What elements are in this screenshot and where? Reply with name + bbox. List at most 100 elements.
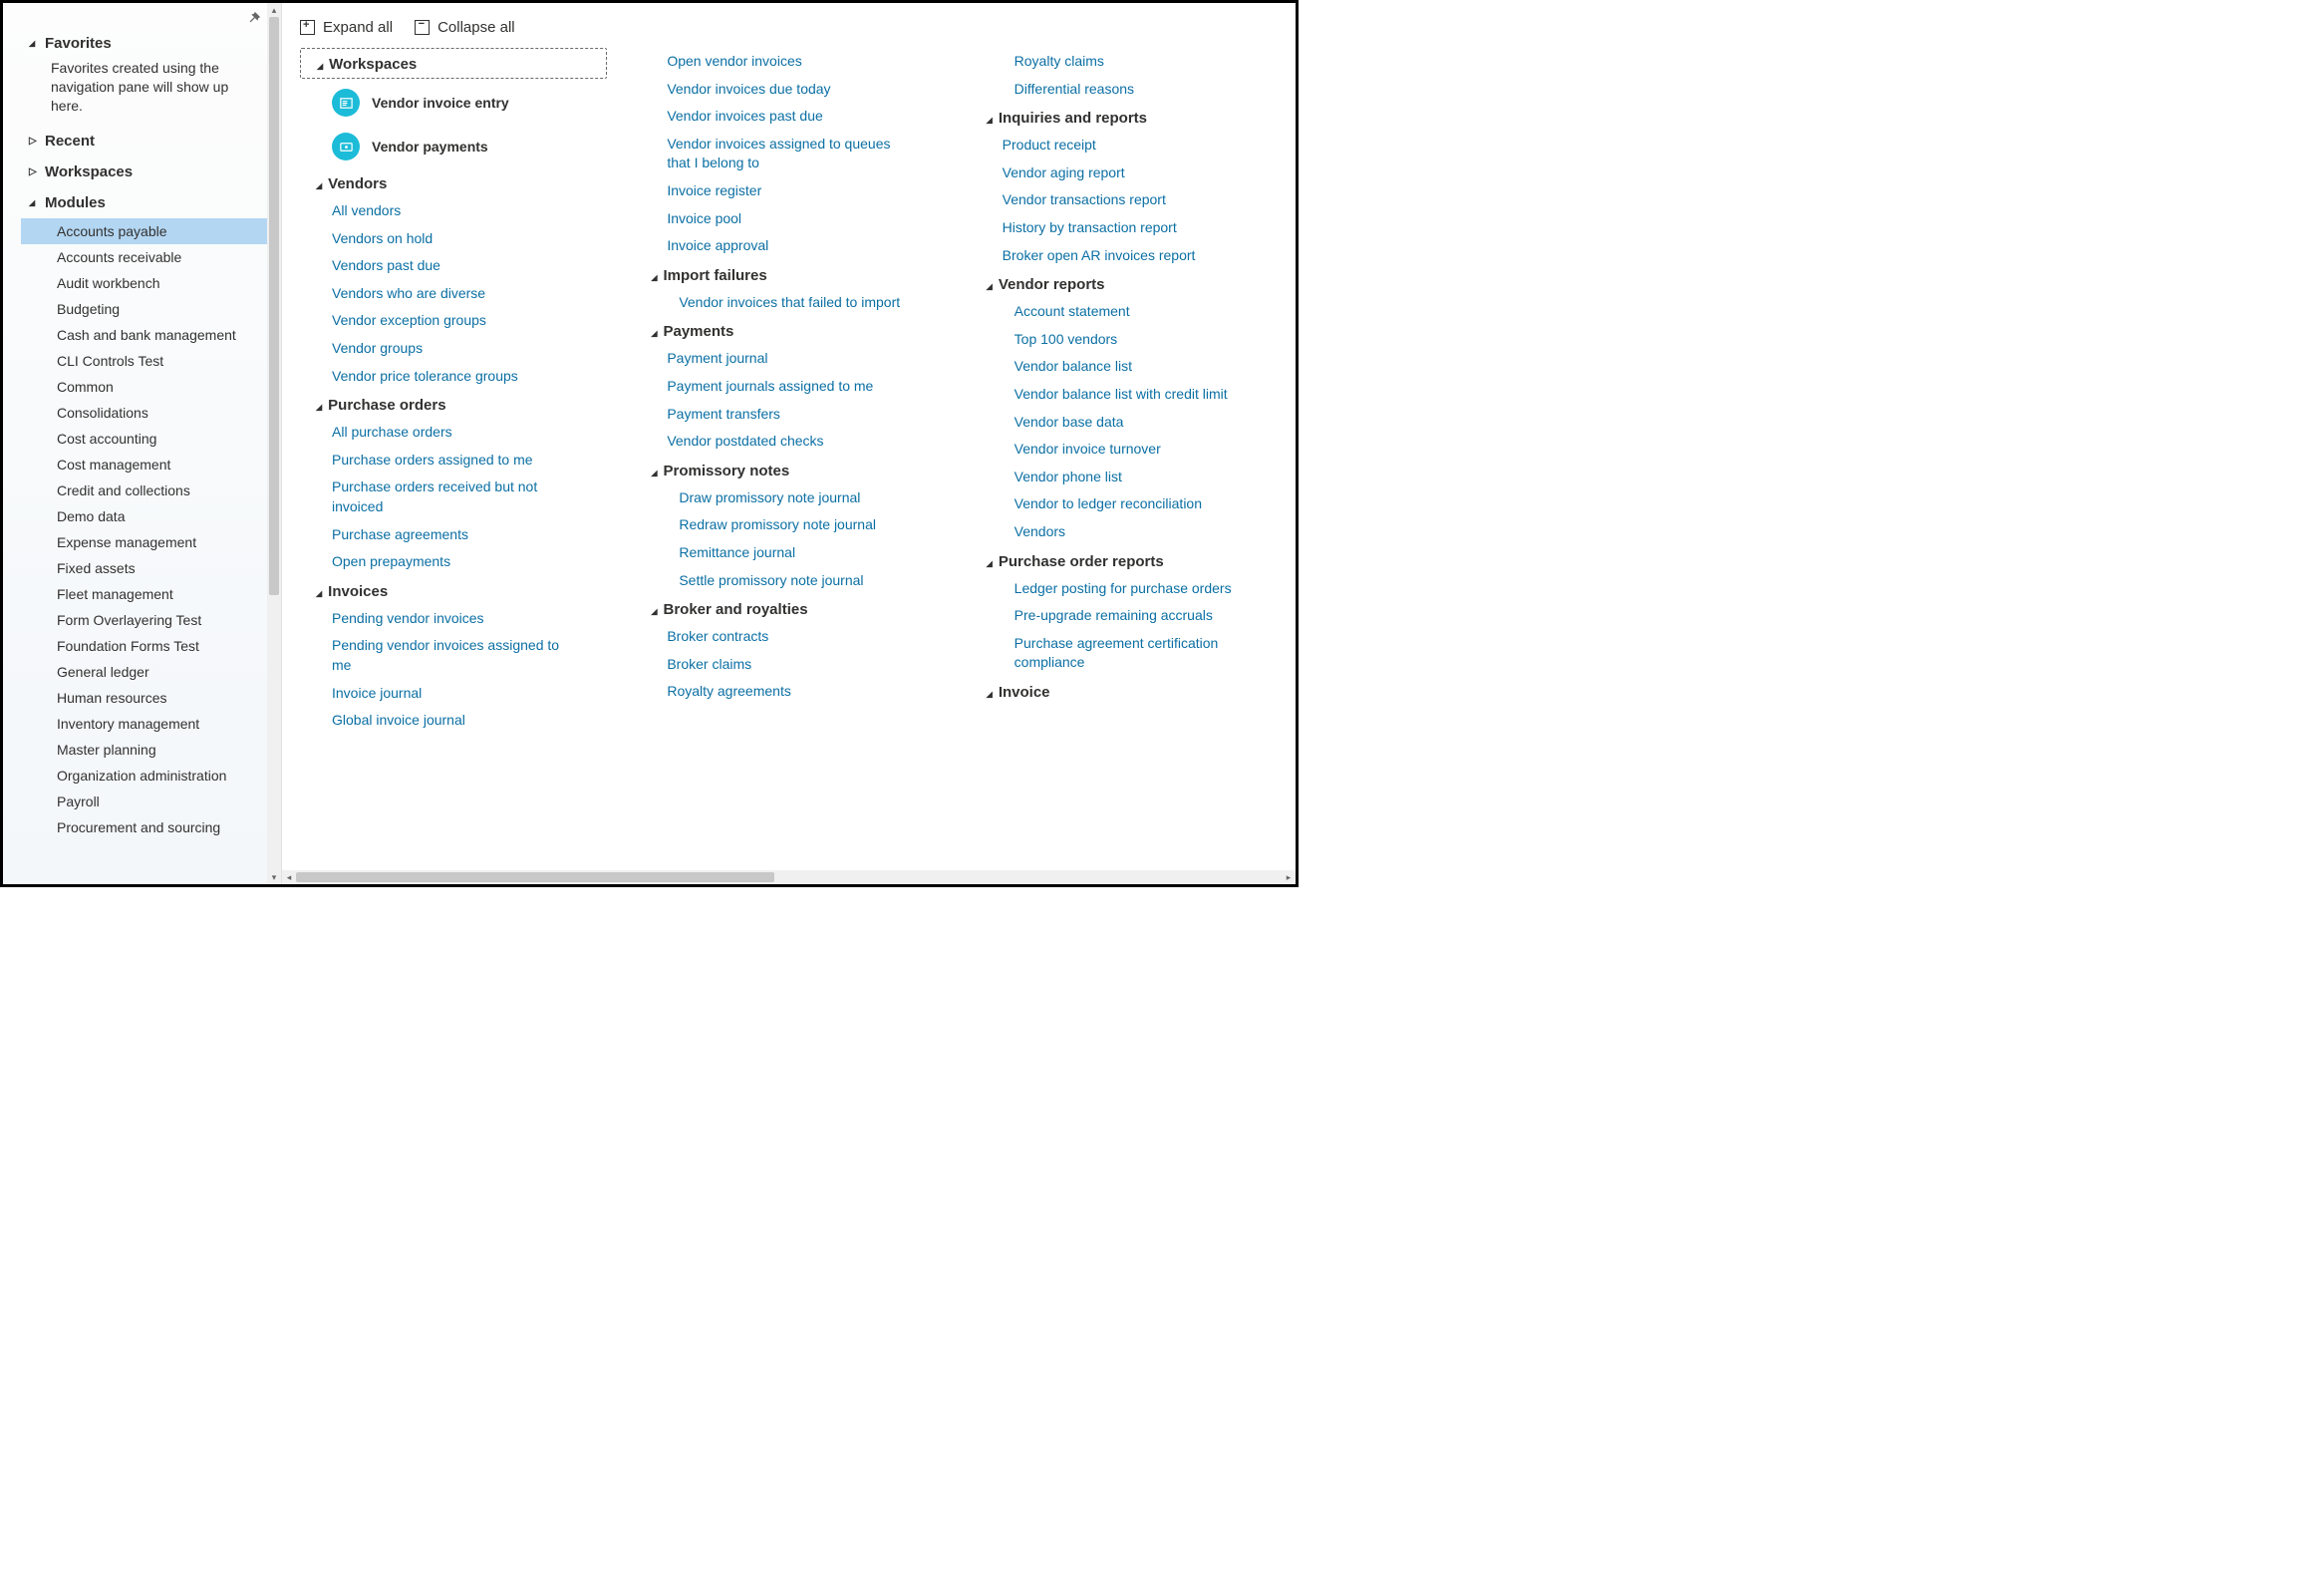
link-po-assigned-to-me[interactable]: Purchase orders assigned to me: [300, 447, 607, 475]
scroll-up-icon[interactable]: ▴: [267, 3, 281, 17]
link-vendor-balance-list[interactable]: Vendor balance list: [971, 353, 1278, 381]
link-payment-journal[interactable]: Payment journal: [635, 345, 942, 373]
link-vendor-base-data[interactable]: Vendor base data: [971, 409, 1278, 437]
group-import-failures[interactable]: Import failures: [635, 260, 942, 289]
link-account-statement[interactable]: Account statement: [971, 298, 1278, 326]
link-purchase-agreements[interactable]: Purchase agreements: [300, 521, 607, 549]
link-payment-transfers[interactable]: Payment transfers: [635, 401, 942, 429]
nav-recent[interactable]: Recent: [11, 126, 267, 157]
module-item[interactable]: Human resources: [21, 685, 267, 711]
link-vendor-invoice-turnover[interactable]: Vendor invoice turnover: [971, 436, 1278, 464]
link-vendor-balance-credit[interactable]: Vendor balance list with credit limit: [971, 381, 1278, 409]
module-item[interactable]: Master planning: [21, 737, 267, 763]
scrollbar-thumb[interactable]: [269, 17, 279, 595]
link-product-receipt[interactable]: Product receipt: [971, 132, 1278, 159]
module-item[interactable]: Organization administration: [21, 763, 267, 789]
module-item[interactable]: Payroll: [21, 789, 267, 814]
link-all-purchase-orders[interactable]: All purchase orders: [300, 419, 607, 447]
link-remittance-journal[interactable]: Remittance journal: [635, 539, 942, 567]
link-invoice-approval[interactable]: Invoice approval: [635, 232, 942, 260]
module-item[interactable]: Form Overlayering Test: [21, 607, 267, 633]
module-item[interactable]: Consolidations: [21, 400, 267, 426]
link-broker-open-ar[interactable]: Broker open AR invoices report: [971, 242, 1278, 270]
link-invoice-pool[interactable]: Invoice pool: [635, 205, 942, 233]
link-settle-promissory[interactable]: Settle promissory note journal: [635, 567, 942, 595]
link-draw-promissory[interactable]: Draw promissory note journal: [635, 484, 942, 512]
group-invoice-reports[interactable]: Invoice: [971, 677, 1278, 706]
workspace-vendor-payments[interactable]: Vendor payments: [300, 125, 607, 168]
link-preupgrade-accruals[interactable]: Pre-upgrade remaining accruals: [971, 602, 1278, 630]
link-vendors-on-hold[interactable]: Vendors on hold: [300, 225, 607, 253]
link-global-invoice-journal[interactable]: Global invoice journal: [300, 707, 607, 735]
horizontal-scrollbar[interactable]: ◂ ▸: [282, 870, 1296, 884]
sidebar-scrollbar[interactable]: ▴ ▾: [267, 3, 281, 884]
module-item[interactable]: Expense management: [21, 529, 267, 555]
module-item[interactable]: Fixed assets: [21, 555, 267, 581]
link-payment-journals-me[interactable]: Payment journals assigned to me: [635, 373, 942, 401]
scroll-right-icon[interactable]: ▸: [1282, 870, 1296, 884]
link-ledger-posting-po[interactable]: Ledger posting for purchase orders: [971, 575, 1278, 603]
link-vendor-invoices-queues[interactable]: Vendor invoices assigned to queues that …: [635, 131, 904, 177]
group-workspaces[interactable]: Workspaces: [300, 48, 607, 79]
link-differential-reasons[interactable]: Differential reasons: [971, 76, 1278, 104]
group-purchase-orders[interactable]: Purchase orders: [300, 390, 607, 419]
group-broker-royalties[interactable]: Broker and royalties: [635, 594, 942, 623]
module-item[interactable]: Fleet management: [21, 581, 267, 607]
group-vendor-reports[interactable]: Vendor reports: [971, 269, 1278, 298]
link-history-by-transaction[interactable]: History by transaction report: [971, 214, 1278, 242]
link-vendor-groups[interactable]: Vendor groups: [300, 335, 607, 363]
group-po-reports[interactable]: Purchase order reports: [971, 546, 1278, 575]
link-vendor-invoices-past-due[interactable]: Vendor invoices past due: [635, 103, 942, 131]
workspace-vendor-invoice-entry[interactable]: Vendor invoice entry: [300, 81, 607, 125]
scrollbar-thumb[interactable]: [296, 872, 774, 882]
group-payments[interactable]: Payments: [635, 316, 942, 345]
link-pending-vendor-invoices[interactable]: Pending vendor invoices: [300, 605, 607, 633]
link-redraw-promissory[interactable]: Redraw promissory note journal: [635, 511, 942, 539]
pin-icon[interactable]: [247, 11, 261, 28]
module-item[interactable]: Accounts payable: [21, 218, 267, 244]
module-item[interactable]: Inventory management: [21, 711, 267, 737]
link-top-100-vendors[interactable]: Top 100 vendors: [971, 326, 1278, 354]
link-po-received-not-invoiced[interactable]: Purchase orders received but not invoice…: [300, 474, 569, 520]
link-broker-claims[interactable]: Broker claims: [635, 651, 942, 679]
module-item[interactable]: Audit workbench: [21, 270, 267, 296]
group-inquiries-reports[interactable]: Inquiries and reports: [971, 103, 1278, 132]
module-item[interactable]: Cash and bank management: [21, 322, 267, 348]
link-vendor-ledger-recon[interactable]: Vendor to ledger reconciliation: [971, 490, 1278, 518]
link-open-prepayments[interactable]: Open prepayments: [300, 548, 607, 576]
scroll-left-icon[interactable]: ◂: [282, 870, 296, 884]
module-item[interactable]: Cost accounting: [21, 426, 267, 452]
link-vendor-phone-list[interactable]: Vendor phone list: [971, 464, 1278, 491]
module-item[interactable]: Procurement and sourcing: [21, 814, 267, 840]
group-promissory-notes[interactable]: Promissory notes: [635, 456, 942, 484]
link-invoices-failed-import[interactable]: Vendor invoices that failed to import: [635, 289, 942, 317]
link-vendor-aging[interactable]: Vendor aging report: [971, 159, 1278, 187]
expand-all-button[interactable]: Expand all: [300, 19, 393, 36]
module-item[interactable]: Common: [21, 374, 267, 400]
link-royalty-claims[interactable]: Royalty claims: [971, 48, 1278, 76]
link-vendors-report[interactable]: Vendors: [971, 518, 1278, 546]
link-pending-vendor-invoices-me[interactable]: Pending vendor invoices assigned to me: [300, 632, 569, 679]
link-invoice-register[interactable]: Invoice register: [635, 177, 942, 205]
collapse-all-button[interactable]: Collapse all: [415, 19, 515, 36]
link-invoice-journal[interactable]: Invoice journal: [300, 680, 607, 708]
link-open-vendor-invoices[interactable]: Open vendor invoices: [635, 48, 942, 76]
link-pa-cert-compliance[interactable]: Purchase agreement certification complia…: [971, 630, 1240, 677]
link-all-vendors[interactable]: All vendors: [300, 197, 607, 225]
nav-workspaces[interactable]: Workspaces: [11, 157, 267, 187]
link-vendors-diverse[interactable]: Vendors who are diverse: [300, 280, 607, 308]
link-royalty-agreements[interactable]: Royalty agreements: [635, 678, 942, 706]
link-vendor-exception-groups[interactable]: Vendor exception groups: [300, 307, 607, 335]
scroll-down-icon[interactable]: ▾: [267, 870, 281, 884]
link-broker-contracts[interactable]: Broker contracts: [635, 623, 942, 651]
module-item[interactable]: Accounts receivable: [21, 244, 267, 270]
link-vendor-invoices-due-today[interactable]: Vendor invoices due today: [635, 76, 942, 104]
link-vendor-postdated-checks[interactable]: Vendor postdated checks: [635, 428, 942, 456]
nav-favorites[interactable]: Favorites: [11, 28, 267, 59]
link-vendor-transactions[interactable]: Vendor transactions report: [971, 186, 1278, 214]
group-vendors[interactable]: Vendors: [300, 168, 607, 197]
module-item[interactable]: Demo data: [21, 503, 267, 529]
module-item[interactable]: General ledger: [21, 659, 267, 685]
module-item[interactable]: Cost management: [21, 452, 267, 477]
module-item[interactable]: Credit and collections: [21, 477, 267, 503]
